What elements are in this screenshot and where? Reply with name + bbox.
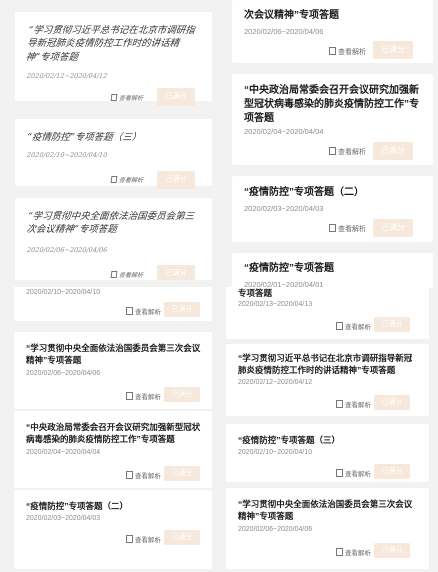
document-icon	[110, 176, 118, 183]
quiz-title: “中央政治局常委会召开会议研究加强新型冠状病毒感染的肺炎疫情防控工作”专项答题	[244, 85, 419, 125]
quiz-card[interactable]: “学习贯彻习近平总书记在北京市调研指导新冠肺炎疫情防控工作时的讲话精神”专项答题…	[226, 344, 429, 416]
full-score-button[interactable]: 已满分	[374, 395, 410, 410]
full-score-button[interactable]: 已满分	[373, 41, 413, 59]
view-analysis-link[interactable]: 查看解析	[126, 306, 161, 316]
view-analysis-link[interactable]: 查看解析	[336, 468, 371, 478]
full-score-button[interactable]: 已满分	[157, 88, 195, 106]
view-analysis-link[interactable]: 查看解析	[336, 321, 371, 331]
view-analysis-link[interactable]: 查看解析	[126, 534, 161, 544]
quiz-date-range: 2020/02/12~2020/04/12	[238, 379, 313, 386]
quiz-title: “中央政治局常委会召开会议研究加强新型冠状病毒感染的肺炎疫情防控工作”专项答题	[26, 422, 201, 445]
document-icon	[126, 307, 133, 315]
quiz-title: 专项答题	[238, 288, 273, 298]
screenshot-panel-top-left: “学习贯彻习近平总书记在北京市调研指导新冠肺炎疫情防控工作时的讲话精神”专项答题…	[15, 12, 212, 280]
document-icon	[126, 535, 133, 543]
quiz-card[interactable]: “学习贯彻习近平总书记在北京市调研指导新冠肺炎疫情防控工作时的讲话精神”专项答题…	[15, 12, 212, 106]
view-analysis-link[interactable]: 查看解析	[329, 224, 366, 234]
quiz-title: “学习贯彻中央全面依法治国委员会第三次会议精神”专项答题	[26, 343, 201, 366]
full-score-button[interactable]: 已满分	[157, 171, 195, 189]
quiz-title: “疫情防控”专项答题（二）	[26, 501, 129, 511]
quiz-card[interactable]: 次会议精神”专项答题 2020/02/06~2020/04/06 查看解析 已满…	[232, 0, 433, 63]
document-icon	[336, 400, 343, 408]
full-score-button[interactable]: 已满分	[373, 219, 413, 237]
quiz-date-range: 2020/02/12~2020/04/12	[26, 72, 108, 80]
document-icon	[126, 471, 133, 479]
full-score-button[interactable]: 已满分	[164, 530, 200, 545]
quiz-title: “疫情防控”专项答题（二）	[244, 187, 364, 198]
full-score-button[interactable]: 已满分	[374, 317, 410, 332]
quiz-date-range: 2020/02/10~2020/04/10	[238, 449, 313, 456]
quiz-title: “学习贯彻中央全面依法治国委员会第三次会议精神”专项答题	[238, 499, 413, 522]
quiz-date-range: 2020/02/06~2020/04/06	[244, 27, 324, 36]
quiz-date-range: 2020/02/06~2020/04/06	[26, 246, 108, 254]
document-icon	[336, 322, 343, 330]
full-score-button[interactable]: 已满分	[374, 543, 410, 558]
view-analysis-link[interactable]: 查看解析	[126, 391, 161, 401]
quiz-date-range: 2020/02/13~2020/04/13	[238, 301, 313, 308]
quiz-date-range: 2020/02/04~2020/04/04	[244, 127, 324, 136]
view-analysis-link[interactable]: 查看解析	[126, 470, 161, 480]
quiz-title: “学习贯彻习近平总书记在北京市调研指导新冠肺炎疫情防控工作时的讲话精神”专项答题	[238, 353, 413, 376]
quiz-card[interactable]: “疫情防控”专项答题（二） 2020/02/03~2020/04/03 查看解析…	[232, 176, 433, 242]
quiz-card[interactable]: “疫情防控”专项答题（二） 2020/02/03~2020/04/03 查看解析…	[14, 490, 212, 569]
quiz-card[interactable]: “疫情防控”专项答题（三） 2020/02/10~2020/04/10 查看解析…	[15, 119, 212, 189]
quiz-card[interactable]: 2020/02/10~2020/04/10 查看解析 已满分	[14, 287, 212, 321]
quiz-date-range: 2020/02/03~2020/04/03	[26, 515, 101, 522]
quiz-title: “疫情防控”专项答题（三）	[238, 435, 341, 445]
quiz-card[interactable]: “学习贯彻中央全面依法治国委员会第三次会议精神”专项答题 2020/02/06~…	[15, 198, 212, 280]
view-analysis-link[interactable]: 查看解析	[110, 175, 144, 184]
full-score-button[interactable]: 已满分	[157, 265, 195, 280]
view-analysis-link[interactable]: 查看解析	[110, 93, 144, 102]
screenshot-panel-bottom-right: 专项答题 2020/02/13~2020/04/13 查看解析 已满分 “学习贯…	[226, 287, 429, 569]
document-icon	[110, 271, 118, 278]
quiz-date-range: 2020/02/03~2020/04/03	[244, 204, 324, 213]
document-icon	[329, 47, 336, 55]
quiz-title: “学习贯彻中央全面依法治国委员会第三次会议精神”专项答题	[25, 211, 195, 236]
quiz-card[interactable]: “疫情防控”专项答题（三） 2020/02/10~2020/04/10 查看解析…	[226, 424, 429, 482]
document-icon	[329, 224, 336, 232]
quiz-title: “疫情防控”专项答题（三）	[26, 132, 142, 143]
quiz-card[interactable]: “学习贯彻中央全面依法治国委员会第三次会议精神”专项答题 2020/02/06~…	[14, 332, 212, 409]
full-score-button[interactable]: 已满分	[164, 466, 200, 481]
view-analysis-link[interactable]: 查看解析	[110, 270, 144, 279]
quiz-date-range: 2020/02/06~2020/04/06	[238, 526, 313, 533]
quiz-date-range: 2020/02/10~2020/04/10	[26, 289, 101, 296]
document-icon	[110, 94, 118, 101]
quiz-title: “学习贯彻习近平总书记在北京市调研指导新冠肺炎疫情防控工作时的讲话精神”专项答题	[25, 25, 196, 63]
view-analysis-link[interactable]: 查看解析	[336, 547, 371, 557]
quiz-date-range: 2020/02/06~2020/04/06	[26, 370, 101, 377]
document-icon	[126, 392, 133, 400]
screenshot-panel-top-right: 次会议精神”专项答题 2020/02/06~2020/04/06 查看解析 已满…	[232, 0, 433, 288]
full-score-button[interactable]: 已满分	[374, 464, 410, 479]
quiz-title: 次会议精神”专项答题	[244, 10, 339, 21]
view-analysis-link[interactable]: 查看解析	[329, 147, 366, 157]
view-analysis-link[interactable]: 查看解析	[336, 399, 371, 409]
quiz-card[interactable]: 专项答题 2020/02/13~2020/04/13 查看解析 已满分	[226, 287, 429, 339]
quiz-card[interactable]: “学习贯彻中央全面依法治国委员会第三次会议精神”专项答题 2020/02/06~…	[226, 488, 429, 569]
full-score-button[interactable]: 已满分	[164, 302, 200, 317]
quiz-card[interactable]: “中央政治局常委会召开会议研究加强新型冠状病毒感染的肺炎疫情防控工作”专项答题 …	[232, 74, 433, 165]
document-icon	[336, 469, 343, 477]
document-icon	[336, 548, 343, 556]
screenshot-panel-bottom-left: 2020/02/10~2020/04/10 查看解析 已满分 “学习贯彻中央全面…	[14, 287, 212, 569]
quiz-date-range: 2020/02/10~2020/04/10	[26, 151, 108, 159]
document-icon	[329, 147, 336, 155]
view-analysis-link[interactable]: 查看解析	[329, 47, 366, 57]
quiz-card[interactable]: “疫情防控”专项答题 2020/02/01~2020/04/01	[232, 253, 433, 288]
full-score-button[interactable]: 已满分	[164, 387, 200, 402]
quiz-card[interactable]: “中央政治局常委会召开会议研究加强新型冠状病毒感染的肺炎疫情防控工作”专项答题 …	[14, 411, 212, 488]
full-score-button[interactable]: 已满分	[373, 142, 413, 160]
quiz-title: “疫情防控”专项答题	[244, 263, 334, 274]
quiz-date-range: 2020/02/04~2020/04/04	[26, 449, 101, 456]
